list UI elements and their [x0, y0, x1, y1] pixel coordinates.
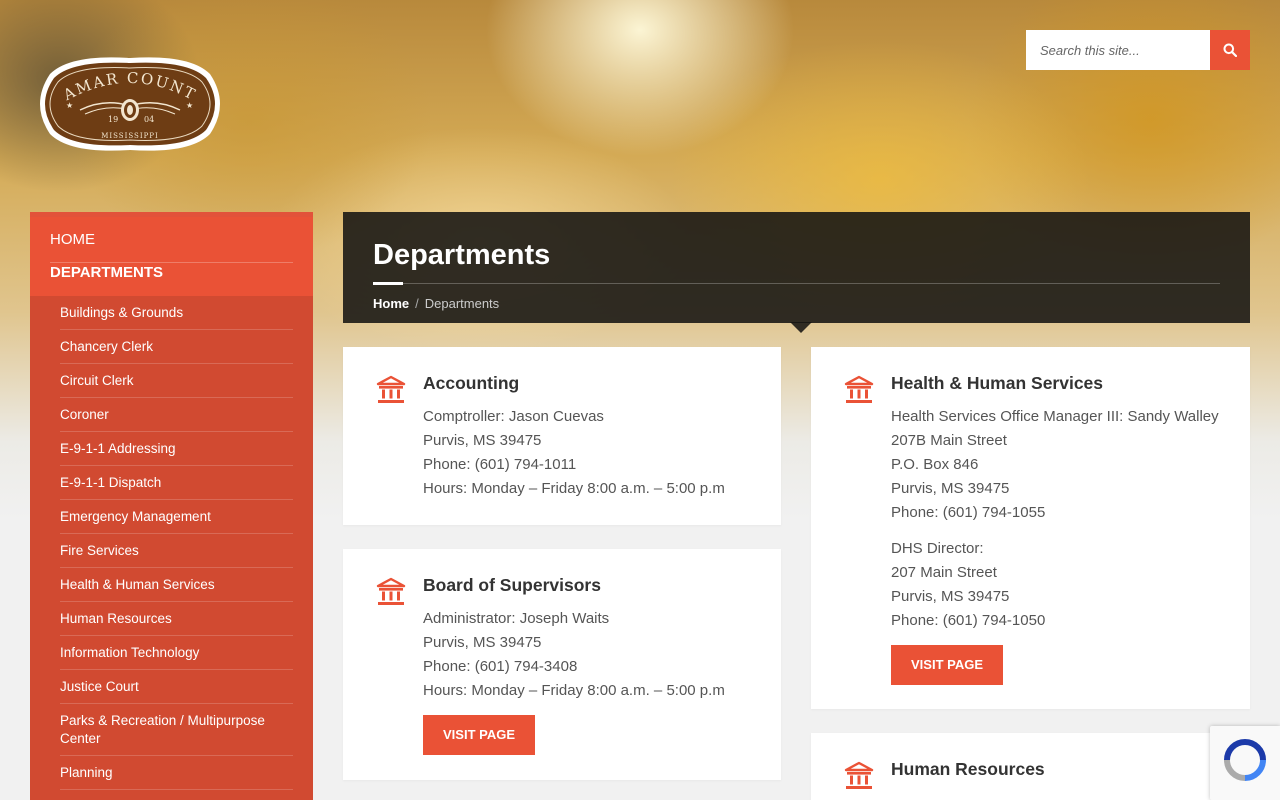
card-line: 207B Main Street	[891, 432, 1007, 449]
card-line: Purvis, MS 39475	[891, 480, 1010, 497]
breadcrumb: Home / Departments	[373, 296, 1220, 311]
card-title: Human Resources	[891, 759, 1045, 779]
svg-text:★: ★	[66, 101, 73, 110]
logo-year-left: 19	[108, 115, 118, 124]
department-card-health-human-services: Health & Human Services Health Services …	[811, 347, 1250, 709]
card-line: Phone: (601) 794-1055	[891, 504, 1046, 521]
card-line: Hours: Monday – Friday 8:00 a.m. – 5:00 …	[423, 480, 725, 497]
card-title: Accounting	[423, 373, 520, 393]
card-line: Phone: (601) 794-3408	[423, 658, 578, 675]
sidebar-item-e911-addressing[interactable]: E-9-1-1 Addressing	[60, 432, 293, 466]
sidebar-item-e911-dispatch[interactable]: E-9-1-1 Dispatch	[60, 466, 293, 500]
sidebar-item-chancery-clerk[interactable]: Chancery Clerk	[60, 330, 293, 364]
county-seal-graphic: LAMAR COUNTY 19 04 MISSISSIPPI ★ ★	[23, 38, 220, 151]
sidebar-item-circuit-clerk[interactable]: Circuit Clerk	[60, 364, 293, 398]
card-line: Purvis, MS 39475	[891, 588, 1010, 605]
sidebar-top: HOME DEPARTMENTS	[30, 217, 313, 296]
nav-home[interactable]: HOME	[50, 230, 293, 263]
government-building-icon	[844, 761, 874, 789]
department-card-accounting: Accounting Comptroller: Jason Cuevas Pur…	[343, 347, 781, 525]
sidebar-item-planning[interactable]: Planning	[60, 756, 293, 790]
breadcrumb-home[interactable]: Home	[373, 296, 409, 311]
sidebar-item-fire-services[interactable]: Fire Services	[60, 534, 293, 568]
card-line: Hours: Monday – Friday 8:00 a.m. – 5:00 …	[423, 682, 725, 699]
sidebar-item-health-human-services[interactable]: Health & Human Services	[60, 568, 293, 602]
page-title: Departments	[373, 239, 551, 271]
logo-state: MISSISSIPPI	[101, 132, 159, 140]
search-input[interactable]	[1026, 30, 1210, 70]
department-submenu: Buildings & Grounds Chancery Clerk Circu…	[30, 296, 313, 800]
breadcrumb-separator: /	[415, 296, 419, 311]
svg-text:★: ★	[186, 101, 193, 110]
sidebar-item-parks-recreation[interactable]: Parks & Recreation / Multipurpose Center	[60, 704, 293, 756]
sidebar-item-emergency-management[interactable]: Emergency Management	[60, 500, 293, 534]
search-icon	[1223, 43, 1237, 57]
card-line: Health Services Office Manager III: Sand…	[891, 408, 1219, 425]
government-building-icon	[376, 577, 406, 605]
visit-page-button[interactable]: VISIT PAGE	[891, 645, 1003, 685]
sidebar-item-justice-court[interactable]: Justice Court	[60, 670, 293, 704]
government-building-icon	[844, 375, 874, 403]
department-card-board-of-supervisors: Board of Supervisors Administrator: Jose…	[343, 549, 781, 780]
card-line: DHS Director:	[891, 540, 984, 557]
nav-departments[interactable]: DEPARTMENTS	[50, 263, 293, 296]
site-search	[1026, 30, 1250, 70]
card-title: Board of Supervisors	[423, 575, 601, 595]
sidebar-item-road-department[interactable]: Road Department	[60, 790, 293, 800]
department-card-human-resources: Human Resources	[811, 733, 1250, 800]
card-line: Purvis, MS 39475	[423, 432, 542, 449]
county-logo[interactable]: LAMAR COUNTY 19 04 MISSISSIPPI ★ ★	[23, 38, 230, 157]
header-pointer	[790, 322, 812, 333]
title-divider	[373, 282, 1220, 285]
sidebar-nav: HOME DEPARTMENTS Buildings & Grounds Cha…	[30, 212, 313, 800]
recaptcha-icon	[1224, 739, 1266, 781]
government-building-icon	[376, 375, 406, 403]
recaptcha-badge[interactable]	[1210, 726, 1280, 800]
card-line: 207 Main Street	[891, 564, 997, 581]
breadcrumb-current: Departments	[424, 296, 500, 311]
sidebar-item-human-resources[interactable]: Human Resources	[60, 602, 293, 636]
card-line: Comptroller: Jason Cuevas	[423, 408, 604, 425]
search-button[interactable]	[1210, 30, 1250, 70]
card-line: Administrator: Joseph Waits	[423, 610, 610, 627]
sidebar-item-coroner[interactable]: Coroner	[60, 398, 293, 432]
card-title: Health & Human Services	[891, 373, 1104, 393]
page-header: Departments Home / Departments	[343, 212, 1250, 323]
sidebar-item-buildings-grounds[interactable]: Buildings & Grounds	[60, 296, 293, 330]
visit-page-button[interactable]: VISIT PAGE	[423, 715, 535, 755]
card-line: Phone: (601) 794-1011	[423, 456, 577, 473]
card-line: P.O. Box 846	[891, 456, 979, 473]
card-line: Phone: (601) 794-1050	[891, 612, 1046, 629]
sidebar-item-information-technology[interactable]: Information Technology	[60, 636, 293, 670]
card-line: Purvis, MS 39475	[423, 634, 542, 651]
logo-year-right: 04	[144, 115, 154, 124]
